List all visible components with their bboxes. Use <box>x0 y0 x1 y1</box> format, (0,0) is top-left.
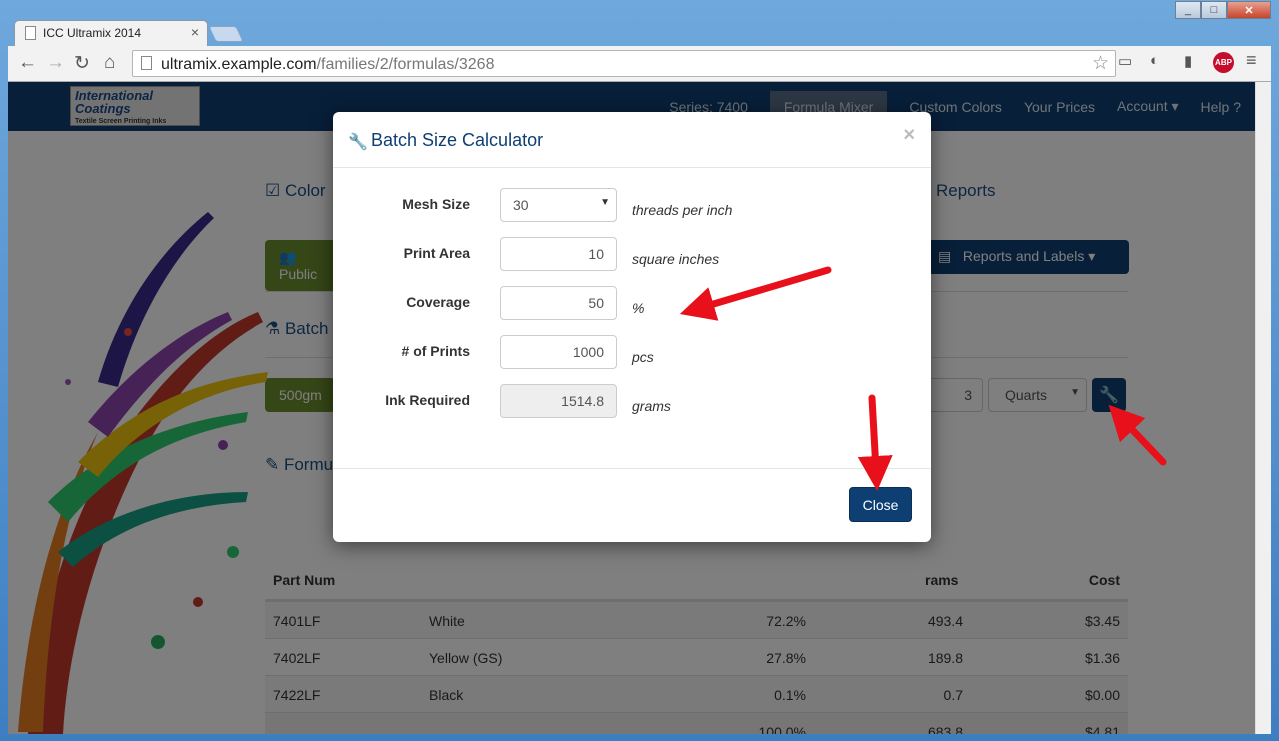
mesh-size-select[interactable]: 30 ▼ <box>500 188 617 222</box>
url-host: ultramix.example.com <box>161 56 317 73</box>
maximize-button[interactable]: □ <box>1201 1 1227 19</box>
mesh-size-row: Mesh Size 30 ▼ threads per inch <box>333 188 931 222</box>
tab-close-icon[interactable]: × <box>191 24 199 40</box>
forward-icon[interactable]: → <box>46 52 65 74</box>
menu-icon[interactable]: ≡ <box>1246 50 1257 71</box>
tab-title: ICC Ultramix 2014 <box>43 26 142 40</box>
window-controls: _ □ ✕ <box>1175 1 1271 21</box>
coverage-row: Coverage 50 % <box>333 286 931 320</box>
tab-strip: ICC Ultramix 2014 × _ □ ✕ <box>0 0 1279 46</box>
prints-label: # of Prints <box>401 343 470 359</box>
mesh-size-value: 30 <box>513 197 529 213</box>
adblock-icon[interactable]: ABP <box>1213 52 1234 73</box>
extension-icon[interactable]: ◐ <box>1150 52 1159 69</box>
browser-tab[interactable]: ICC Ultramix 2014 × <box>14 20 208 46</box>
ink-required-row: Ink Required 1514.8 grams <box>333 384 931 418</box>
ink-required-label: Ink Required <box>385 392 470 408</box>
close-button[interactable]: Close <box>849 487 912 522</box>
minimize-button[interactable]: _ <box>1175 1 1201 19</box>
print-area-input[interactable]: 10 <box>500 237 617 271</box>
url-path: /families/2/formulas/3268 <box>316 56 495 73</box>
page-icon <box>141 56 152 70</box>
print-area-unit: square inches <box>632 251 720 267</box>
modal-header: 🔧 Batch Size Calculator × <box>333 112 931 168</box>
address-bar[interactable]: ultramix.example.com/families/2/formulas… <box>132 50 1116 77</box>
prints-input[interactable]: 1000 <box>500 335 617 369</box>
cast-icon[interactable]: ▭ <box>1118 52 1132 70</box>
wrench-icon: 🔧 <box>348 134 368 151</box>
browser-toolbar: ← → ↻ ⌂ ultramix.example.com/families/2/… <box>8 46 1271 82</box>
mesh-size-unit: threads per inch <box>632 202 733 218</box>
window-close-button[interactable]: ✕ <box>1227 1 1271 19</box>
page-viewport: International Coatings Textile Screen Pr… <box>8 82 1271 734</box>
phone-extension-icon[interactable]: ▮ <box>1184 52 1192 70</box>
reload-icon[interactable]: ↻ <box>74 52 90 75</box>
prints-row: # of Prints 1000 pcs <box>333 335 931 369</box>
home-icon[interactable]: ⌂ <box>104 52 115 74</box>
scrollbar[interactable] <box>1255 82 1271 734</box>
ink-required-output: 1514.8 <box>500 384 617 418</box>
coverage-label: Coverage <box>406 294 470 310</box>
back-icon[interactable]: ← <box>18 52 37 74</box>
prints-unit: pcs <box>632 349 654 365</box>
new-tab-button[interactable] <box>208 26 244 42</box>
batch-size-calculator-dialog: 🔧 Batch Size Calculator × Mesh Size 30 ▼ … <box>333 112 931 542</box>
close-icon[interactable]: × <box>903 124 915 147</box>
modal-footer-divider <box>333 468 931 469</box>
mesh-size-label: Mesh Size <box>402 196 470 212</box>
ink-required-unit: grams <box>632 398 671 414</box>
print-area-label: Print Area <box>403 245 470 261</box>
url-text: ultramix.example.com/families/2/formulas… <box>161 56 494 74</box>
chevron-down-icon: ▼ <box>600 197 610 208</box>
coverage-unit: % <box>632 300 645 316</box>
coverage-input[interactable]: 50 <box>500 286 617 320</box>
modal-title: Batch Size Calculator <box>371 130 544 150</box>
page-icon <box>25 26 36 40</box>
print-area-row: Print Area 10 square inches <box>333 237 931 271</box>
bookmark-star-icon[interactable]: ☆ <box>1092 52 1109 75</box>
